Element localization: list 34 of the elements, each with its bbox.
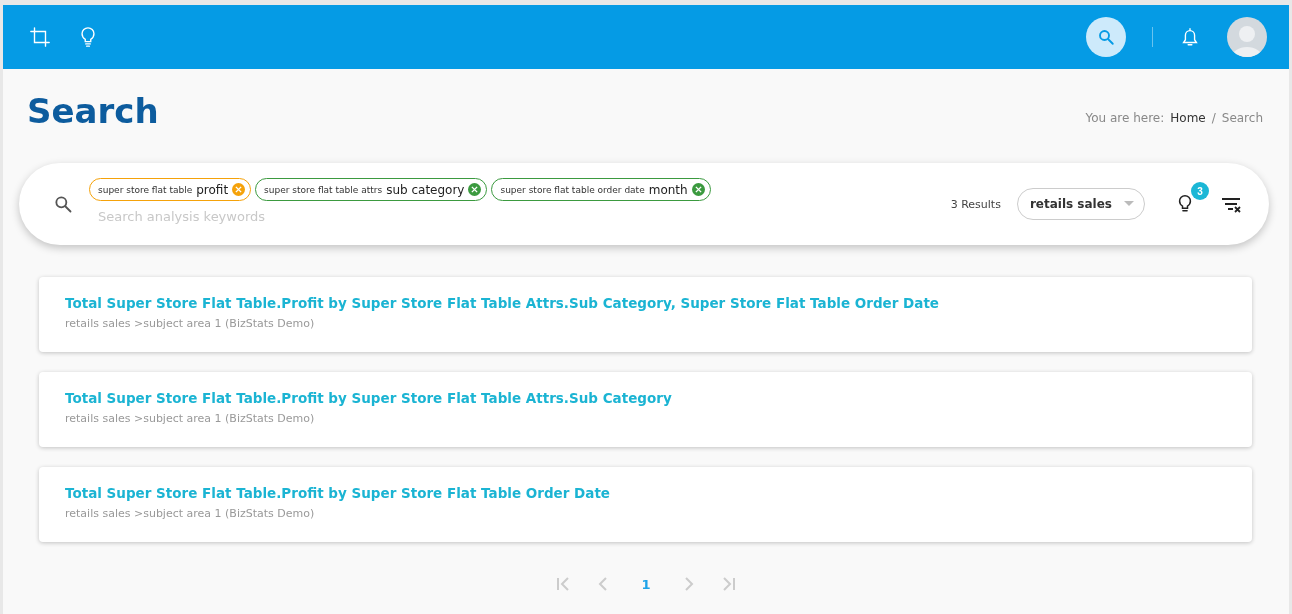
count-badge: 3	[1191, 182, 1209, 200]
chip-value: profit	[196, 182, 229, 197]
breadcrumb-separator: /	[1211, 111, 1216, 125]
breadcrumb-label: You are here:	[1085, 111, 1165, 125]
result-title-link[interactable]: Total Super Store Flat Table.Profit by Super Store Flat Table Order Date	[65, 485, 1226, 501]
crop-icon[interactable]	[29, 26, 51, 48]
search-icon	[53, 194, 73, 214]
result-path: retails sales >subject area 1 (BizStats Demo)	[65, 412, 316, 425]
result-path: retails sales >subject area 1 (BizStats Demo)	[65, 507, 316, 520]
remove-icon[interactable]	[232, 183, 246, 196]
remove-icon[interactable]	[691, 183, 705, 196]
remove-icon[interactable]	[468, 183, 482, 196]
results-count: 3 Results	[950, 197, 1001, 211]
result-title-link[interactable]: Total Super Store Flat Table.Profit by Super Store Flat Table Attrs.Sub Category	[65, 390, 1226, 406]
breadcrumb-link[interactable]: Home	[1170, 111, 1206, 125]
breadcrumb-link[interactable]: Search	[1221, 111, 1263, 125]
first-page-icon[interactable]	[555, 576, 572, 592]
subject-area-dropdown[interactable]: retails sales	[1016, 188, 1145, 220]
chip-value: month	[648, 182, 688, 197]
page-number[interactable]: 1	[635, 576, 657, 592]
search-button[interactable]	[1086, 17, 1126, 57]
result-title-link[interactable]: Total Super Store Flat Table.Profit by Super Store Flat Table Attrs.Sub Category, Super Store Flat Table Order Date	[65, 295, 1226, 311]
result-path: retails sales >subject area 1 (BizStats Demo)	[65, 317, 316, 330]
search-icon	[1097, 28, 1115, 46]
chip-prefix: super store flat table attrs	[264, 184, 383, 195]
suggestions-button[interactable]: 3	[1175, 182, 1209, 214]
chip-prefix: super store flat table order date	[500, 184, 645, 195]
last-page-icon[interactable]	[720, 576, 737, 592]
clear-filter-icon[interactable]	[1221, 195, 1243, 213]
caret-icon	[1124, 201, 1134, 207]
chip-value: sub category	[386, 182, 465, 197]
page-title: Search	[27, 91, 159, 131]
chip-prefix: super store flat table	[98, 184, 193, 195]
avatar[interactable]	[1227, 17, 1267, 57]
